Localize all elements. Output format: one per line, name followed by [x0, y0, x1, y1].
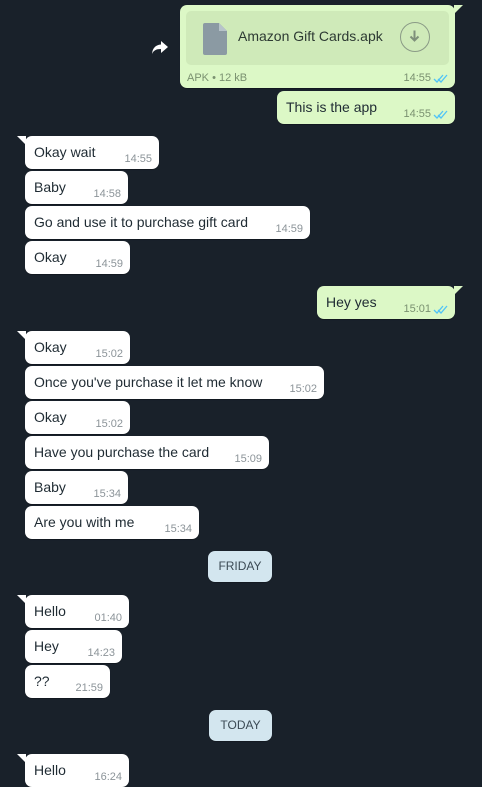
message-text: This is the app: [286, 99, 378, 115]
message-text: Baby: [34, 179, 66, 195]
message-time: 15:02: [95, 418, 123, 430]
file-message[interactable]: Amazon Gift Cards.apk APK • 12 kB 14:55: [180, 5, 463, 88]
double-check-icon: [433, 110, 448, 119]
message-time: 14:59: [95, 258, 123, 270]
incoming-message[interactable]: Go and use it to purchase gift card 14:5…: [25, 206, 310, 239]
message-text: Go and use it to purchase gift card: [34, 214, 249, 230]
outgoing-message[interactable]: Hey yes 15:01: [317, 286, 463, 319]
incoming-message[interactable]: Are you with me 15:34: [25, 506, 199, 539]
incoming-message[interactable]: Okay 14:59: [25, 241, 130, 274]
message-text: Baby: [34, 479, 66, 495]
message-time: 15:02: [289, 383, 317, 395]
message-time: 16:24: [94, 771, 122, 783]
file-attachment[interactable]: Amazon Gift Cards.apk: [186, 11, 449, 65]
download-button[interactable]: [400, 22, 430, 52]
bubble-tail: [17, 754, 26, 763]
file-meta: APK • 12 kB: [187, 72, 248, 84]
message-time: 14:55: [403, 108, 431, 120]
incoming-message[interactable]: Hello 16:24: [17, 754, 129, 787]
message-text: Okay: [34, 249, 67, 265]
message-time: 21:59: [75, 682, 103, 694]
incoming-message[interactable]: Hey 14:23: [25, 630, 122, 663]
incoming-message[interactable]: Okay 15:02: [25, 401, 130, 434]
message-time: 15:34: [164, 523, 192, 535]
forward-button[interactable]: [149, 36, 171, 58]
message-text: Have you purchase the card: [34, 444, 210, 460]
message-time: 14:23: [87, 647, 115, 659]
message-text: Once you've purchase it let me know: [34, 374, 263, 390]
message-time: 14:59: [275, 223, 303, 235]
double-check-icon: [433, 74, 448, 83]
incoming-message[interactable]: Okay 15:02: [17, 331, 130, 364]
document-icon: [203, 23, 227, 55]
incoming-message[interactable]: Baby 15:34: [25, 471, 128, 504]
message-time: 15:02: [95, 348, 123, 360]
message-text: Okay wait: [34, 144, 96, 160]
download-icon: [409, 30, 420, 42]
bubble-tail: [454, 5, 463, 14]
incoming-message[interactable]: Have you purchase the card 15:09: [25, 436, 269, 469]
message-time: 14:58: [93, 188, 121, 200]
message-time: 14:55: [403, 72, 431, 84]
forward-icon: [152, 41, 168, 54]
message-text: Hello: [34, 603, 66, 619]
message-time: 01:40: [94, 612, 122, 624]
day-separator: FRIDAY: [208, 551, 272, 582]
outgoing-message[interactable]: This is the app 14:55: [277, 91, 455, 124]
message-time: 14:55: [124, 153, 152, 165]
bubble-tail: [17, 595, 26, 604]
message-text: Okay: [34, 339, 67, 355]
message-text: Hey yes: [326, 294, 377, 310]
bubble-tail: [17, 331, 26, 340]
message-text: Hey: [34, 638, 59, 654]
incoming-message[interactable]: ?? 21:59: [25, 665, 110, 698]
message-text: Hello: [34, 762, 66, 778]
message-time: 15:09: [234, 453, 262, 465]
incoming-message[interactable]: Okay wait 14:55: [17, 136, 159, 169]
day-separator: TODAY: [209, 710, 272, 741]
incoming-message[interactable]: Hello 01:40: [17, 595, 129, 628]
message-text: Okay: [34, 409, 67, 425]
incoming-message[interactable]: Baby 14:58: [25, 171, 128, 204]
file-name: Amazon Gift Cards.apk: [238, 28, 383, 44]
incoming-message[interactable]: Once you've purchase it let me know 15:0…: [25, 366, 324, 399]
message-text: Are you with me: [34, 514, 135, 530]
message-time: 15:01: [403, 303, 431, 315]
double-check-icon: [433, 305, 448, 314]
bubble-tail: [454, 286, 463, 295]
message-time: 15:34: [93, 488, 121, 500]
bubble-tail: [17, 136, 26, 145]
message-text: ??: [34, 673, 50, 689]
